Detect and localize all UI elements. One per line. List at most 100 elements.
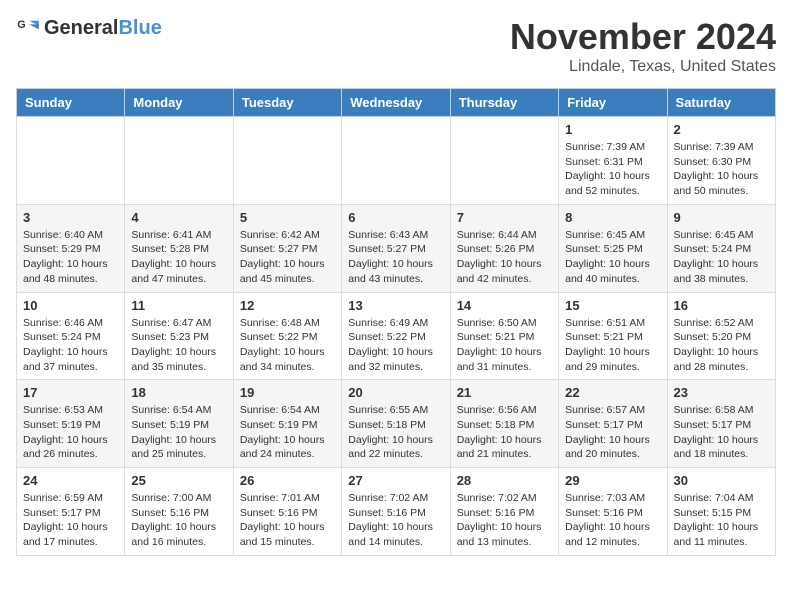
week-row-3: 17 Sunrise: 6:53 AM Sunset: 5:19 PM Dayli… [17,380,776,468]
calendar-body: 1Sunrise: 7:39 AM Sunset: 6:31 PM Daylig… [17,117,776,556]
day-number: 15 [565,298,660,313]
day-cell: 5Sunrise: 6:42 AM Sunset: 5:27 PM Daylig… [233,204,341,292]
day-cell: 3Sunrise: 6:40 AM Sunset: 5:29 PM Daylig… [17,204,125,292]
day-cell: 30Sunrise: 7:04 AM Sunset: 5:15 PM Dayli… [667,468,775,556]
day-number: 17 [23,385,118,400]
day-cell: 8Sunrise: 6:45 AM Sunset: 5:25 PM Daylig… [559,204,667,292]
day-info: Sunrise: 6:51 AM Sunset: 5:21 PM Dayligh… [565,316,660,375]
day-info: Sunrise: 6:57 AM Sunset: 5:17 PM Dayligh… [565,403,660,462]
day-info: Sunrise: 7:02 AM Sunset: 5:16 PM Dayligh… [457,491,552,550]
day-number: 23 [674,385,769,400]
day-number: 4 [131,210,226,225]
page-header: G GeneralBlue November 2024 Lindale, Tex… [16,16,776,76]
day-info: Sunrise: 7:04 AM Sunset: 5:15 PM Dayligh… [674,491,769,550]
day-number: 20 [348,385,443,400]
day-number: 14 [457,298,552,313]
day-cell: 17 Sunrise: 6:53 AM Sunset: 5:19 PM Dayli… [17,380,125,468]
day-number: 9 [674,210,769,225]
header-day-sunday: Sunday [17,89,125,117]
location-subtitle: Lindale, Texas, United States [510,58,776,76]
day-cell [450,117,558,205]
day-info: Sunrise: 6:48 AM Sunset: 5:22 PM Dayligh… [240,316,335,375]
day-info: Sunrise: 7:39 AM Sunset: 6:30 PM Dayligh… [674,140,769,199]
day-info: Sunrise: 6:52 AM Sunset: 5:20 PM Dayligh… [674,316,769,375]
day-number: 1 [565,122,660,137]
day-number: 3 [23,210,118,225]
day-info: Sunrise: 6:50 AM Sunset: 5:21 PM Dayligh… [457,316,552,375]
day-info: Sunrise: 7:02 AM Sunset: 5:16 PM Dayligh… [348,491,443,550]
day-number: 8 [565,210,660,225]
day-cell: 22 Sunrise: 6:57 AM Sunset: 5:17 PM Dayli… [559,380,667,468]
day-cell: 16 Sunrise: 6:52 AM Sunset: 5:20 PM Dayli… [667,292,775,380]
day-cell: 28 Sunrise: 7:02 AM Sunset: 5:16 PM Dayli… [450,468,558,556]
day-cell: 21 Sunrise: 6:56 AM Sunset: 5:18 PM Dayli… [450,380,558,468]
svg-text:G: G [17,19,25,31]
day-info: Sunrise: 7:00 AM Sunset: 5:16 PM Dayligh… [131,491,226,550]
day-cell: 1Sunrise: 7:39 AM Sunset: 6:31 PM Daylig… [559,117,667,205]
day-cell: 14 Sunrise: 6:50 AM Sunset: 5:21 PM Dayli… [450,292,558,380]
day-info: Sunrise: 7:03 AM Sunset: 5:16 PM Dayligh… [565,491,660,550]
header-day-wednesday: Wednesday [342,89,450,117]
day-info: Sunrise: 6:56 AM Sunset: 5:18 PM Dayligh… [457,403,552,462]
logo-icon: G [16,16,40,40]
day-number: 27 [348,473,443,488]
day-info: Sunrise: 6:59 AM Sunset: 5:17 PM Dayligh… [23,491,118,550]
calendar: SundayMondayTuesdayWednesdayThursdayFrid… [16,88,776,556]
day-cell: 24 Sunrise: 6:59 AM Sunset: 5:17 PM Dayli… [17,468,125,556]
day-number: 5 [240,210,335,225]
day-info: Sunrise: 6:45 AM Sunset: 5:24 PM Dayligh… [674,228,769,287]
day-number: 10 [23,298,118,313]
day-number: 13 [348,298,443,313]
day-number: 19 [240,385,335,400]
day-number: 7 [457,210,552,225]
day-cell: 6Sunrise: 6:43 AM Sunset: 5:27 PM Daylig… [342,204,450,292]
day-number: 24 [23,473,118,488]
calendar-header: SundayMondayTuesdayWednesdayThursdayFrid… [17,89,776,117]
day-number: 25 [131,473,226,488]
day-number: 22 [565,385,660,400]
day-cell: 19 Sunrise: 6:54 AM Sunset: 5:19 PM Dayli… [233,380,341,468]
day-info: Sunrise: 6:49 AM Sunset: 5:22 PM Dayligh… [348,316,443,375]
day-number: 2 [674,122,769,137]
day-cell: 4 Sunrise: 6:41 AM Sunset: 5:28 PM Daylig… [125,204,233,292]
day-cell: 2 Sunrise: 7:39 AM Sunset: 6:30 PM Daylig… [667,117,775,205]
day-number: 11 [131,298,226,313]
header-day-monday: Monday [125,89,233,117]
day-cell: 23 Sunrise: 6:58 AM Sunset: 5:17 PM Dayli… [667,380,775,468]
day-cell: 27 Sunrise: 7:02 AM Sunset: 5:16 PM Dayli… [342,468,450,556]
day-cell: 20 Sunrise: 6:55 AM Sunset: 5:18 PM Dayli… [342,380,450,468]
day-info: Sunrise: 6:55 AM Sunset: 5:18 PM Dayligh… [348,403,443,462]
logo-text: GeneralBlue [44,17,162,40]
day-cell: 25 Sunrise: 7:00 AM Sunset: 5:16 PM Dayli… [125,468,233,556]
header-day-thursday: Thursday [450,89,558,117]
day-number: 29 [565,473,660,488]
week-row-4: 24 Sunrise: 6:59 AM Sunset: 5:17 PM Dayli… [17,468,776,556]
day-info: Sunrise: 6:53 AM Sunset: 5:19 PM Dayligh… [23,403,118,462]
day-number: 21 [457,385,552,400]
day-number: 26 [240,473,335,488]
day-cell [125,117,233,205]
week-row-0: 1Sunrise: 7:39 AM Sunset: 6:31 PM Daylig… [17,117,776,205]
day-cell [17,117,125,205]
day-info: Sunrise: 6:47 AM Sunset: 5:23 PM Dayligh… [131,316,226,375]
day-number: 12 [240,298,335,313]
day-info: Sunrise: 6:58 AM Sunset: 5:17 PM Dayligh… [674,403,769,462]
day-cell: 26 Sunrise: 7:01 AM Sunset: 5:16 PM Dayli… [233,468,341,556]
day-info: Sunrise: 6:54 AM Sunset: 5:19 PM Dayligh… [131,403,226,462]
day-number: 28 [457,473,552,488]
day-cell: 18 Sunrise: 6:54 AM Sunset: 5:19 PM Dayli… [125,380,233,468]
day-cell [233,117,341,205]
day-info: Sunrise: 6:41 AM Sunset: 5:28 PM Dayligh… [131,228,226,287]
day-cell: 29 Sunrise: 7:03 AM Sunset: 5:16 PM Dayli… [559,468,667,556]
day-number: 16 [674,298,769,313]
day-cell: 11 Sunrise: 6:47 AM Sunset: 5:23 PM Dayli… [125,292,233,380]
day-number: 6 [348,210,443,225]
header-day-tuesday: Tuesday [233,89,341,117]
day-cell: 12 Sunrise: 6:48 AM Sunset: 5:22 PM Dayli… [233,292,341,380]
day-cell: 13 Sunrise: 6:49 AM Sunset: 5:22 PM Dayli… [342,292,450,380]
day-info: Sunrise: 7:01 AM Sunset: 5:16 PM Dayligh… [240,491,335,550]
month-title: November 2024 [510,16,776,58]
logo: G GeneralBlue [16,16,162,40]
day-number: 18 [131,385,226,400]
day-info: Sunrise: 6:54 AM Sunset: 5:19 PM Dayligh… [240,403,335,462]
